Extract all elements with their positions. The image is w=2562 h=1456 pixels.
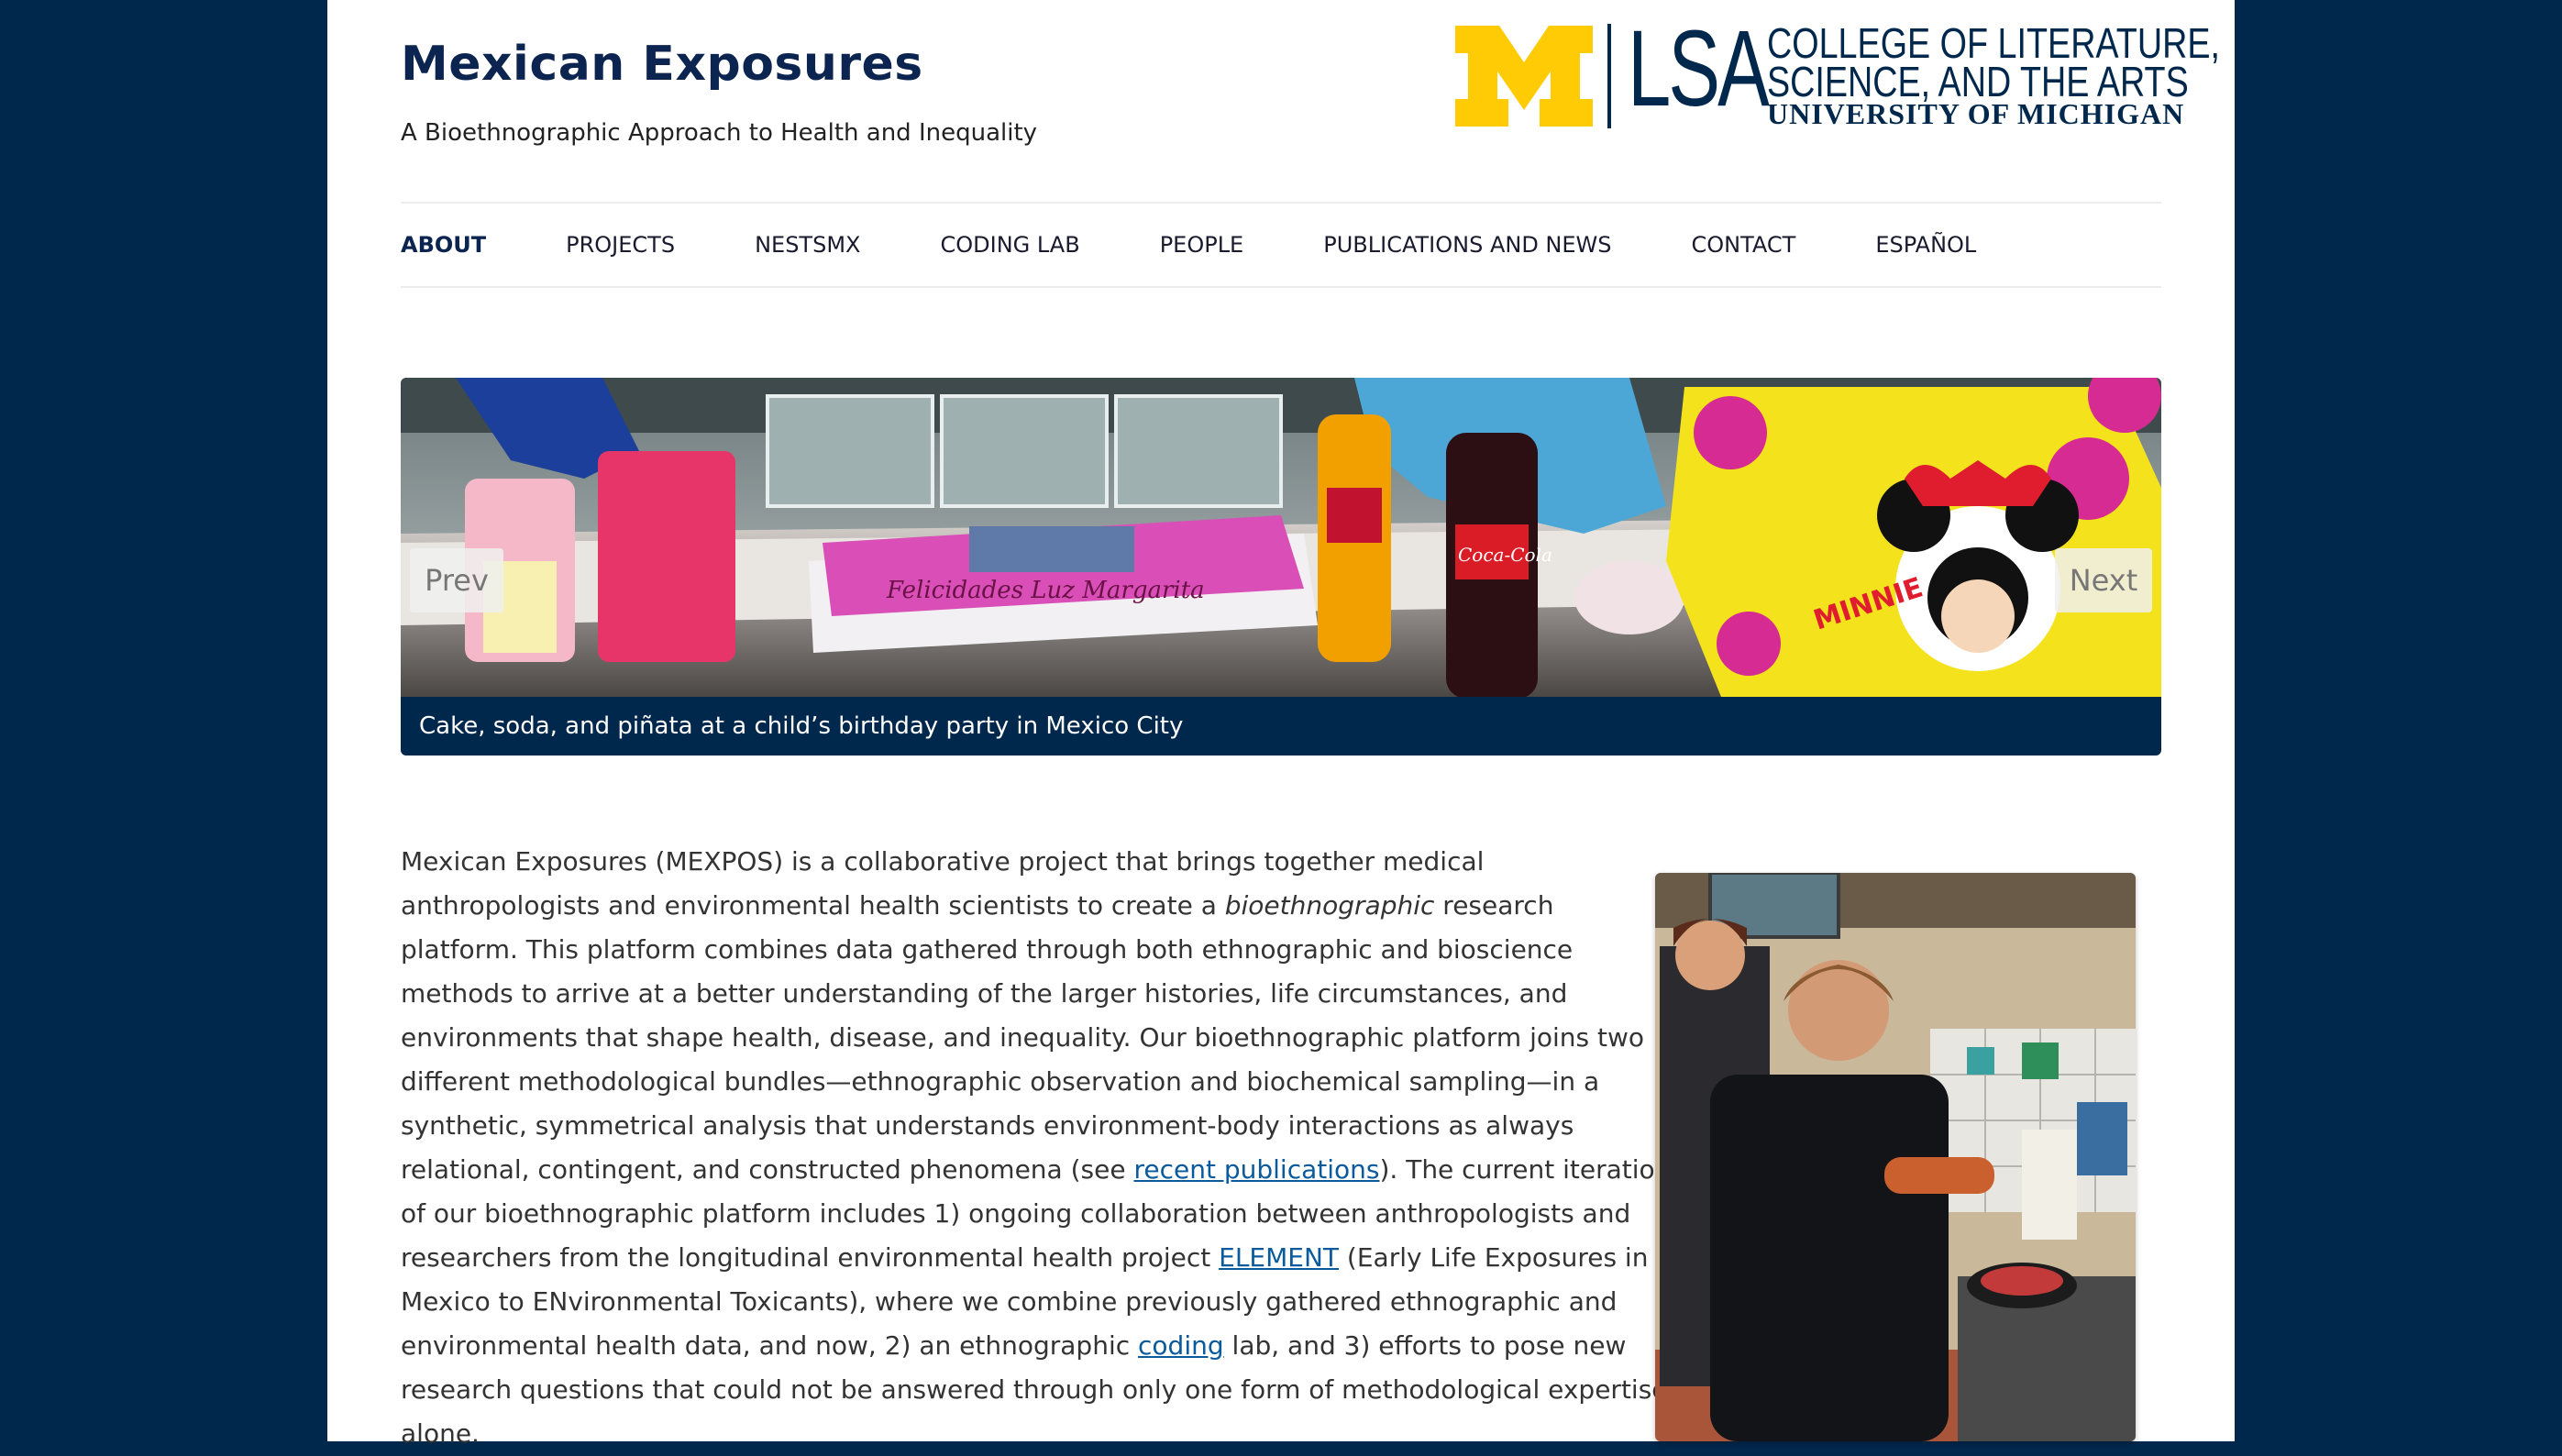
site-title[interactable]: Mexican Exposures bbox=[401, 37, 923, 92]
block-m-icon bbox=[1455, 26, 1593, 127]
intro-emphasis: bioethnographic bbox=[1224, 890, 1435, 921]
site-tagline: A Bioethnographic Approach to Health and… bbox=[401, 119, 1038, 147]
nav-item-about[interactable]: ABOUT bbox=[401, 232, 486, 258]
nav-item-nestsmx[interactable]: NESTSMX bbox=[755, 232, 860, 258]
slider-prev-button[interactable]: Prev bbox=[410, 548, 503, 612]
coding-link[interactable]: coding bbox=[1138, 1330, 1224, 1361]
cake-text: Felicidades Luz Margarita bbox=[886, 577, 1205, 604]
nav-item-projects[interactable]: PROJECTS bbox=[566, 232, 675, 258]
logo-lsa-text: LSA bbox=[1628, 8, 1770, 129]
main-navigation: ABOUT PROJECTS NESTSMX CODING LAB PEOPLE… bbox=[401, 202, 2161, 288]
nav-item-coding-lab[interactable]: CODING LAB bbox=[940, 232, 1079, 258]
lsa-logo[interactable]: LSA COLLEGE OF LITERATURE, SCIENCE, AND … bbox=[1455, 15, 2220, 130]
intro-text-2: research platform. This platform combine… bbox=[401, 890, 1645, 1185]
page-container: Mexican Exposures A Bioethnographic Appr… bbox=[327, 0, 2235, 1449]
nav-item-publications-and-news[interactable]: PUBLICATIONS AND NEWS bbox=[1323, 232, 1611, 258]
birthday-party-photo: Felicidades Luz Margarita Coca-Cola MINN… bbox=[401, 378, 2161, 697]
logo-divider bbox=[1607, 24, 1611, 128]
kitchen-scene bbox=[1655, 873, 2136, 1441]
image-slider: Felicidades Luz Margarita Coca-Cola MINN… bbox=[401, 378, 2161, 756]
soda-label: Coca-Cola bbox=[1458, 544, 1552, 566]
element-link[interactable]: ELEMENT bbox=[1219, 1242, 1339, 1273]
nav-item-contact[interactable]: CONTACT bbox=[1692, 232, 1796, 258]
recent-publications-link[interactable]: recent publications bbox=[1133, 1154, 1379, 1185]
slide-caption: Cake, soda, and piñata at a child’s birt… bbox=[401, 697, 2161, 756]
intro-paragraph: Mexican Exposures (MEXPOS) is a collabor… bbox=[401, 840, 1675, 1456]
kitchen-photo bbox=[1655, 873, 2136, 1441]
nav-item-espanol[interactable]: ESPAÑOL bbox=[1875, 232, 1976, 258]
nav-item-people[interactable]: PEOPLE bbox=[1160, 232, 1244, 258]
slider-next-button[interactable]: Next bbox=[2055, 548, 2152, 612]
logo-line-university: UNIVERSITY OF MICHIGAN bbox=[1767, 97, 2185, 130]
